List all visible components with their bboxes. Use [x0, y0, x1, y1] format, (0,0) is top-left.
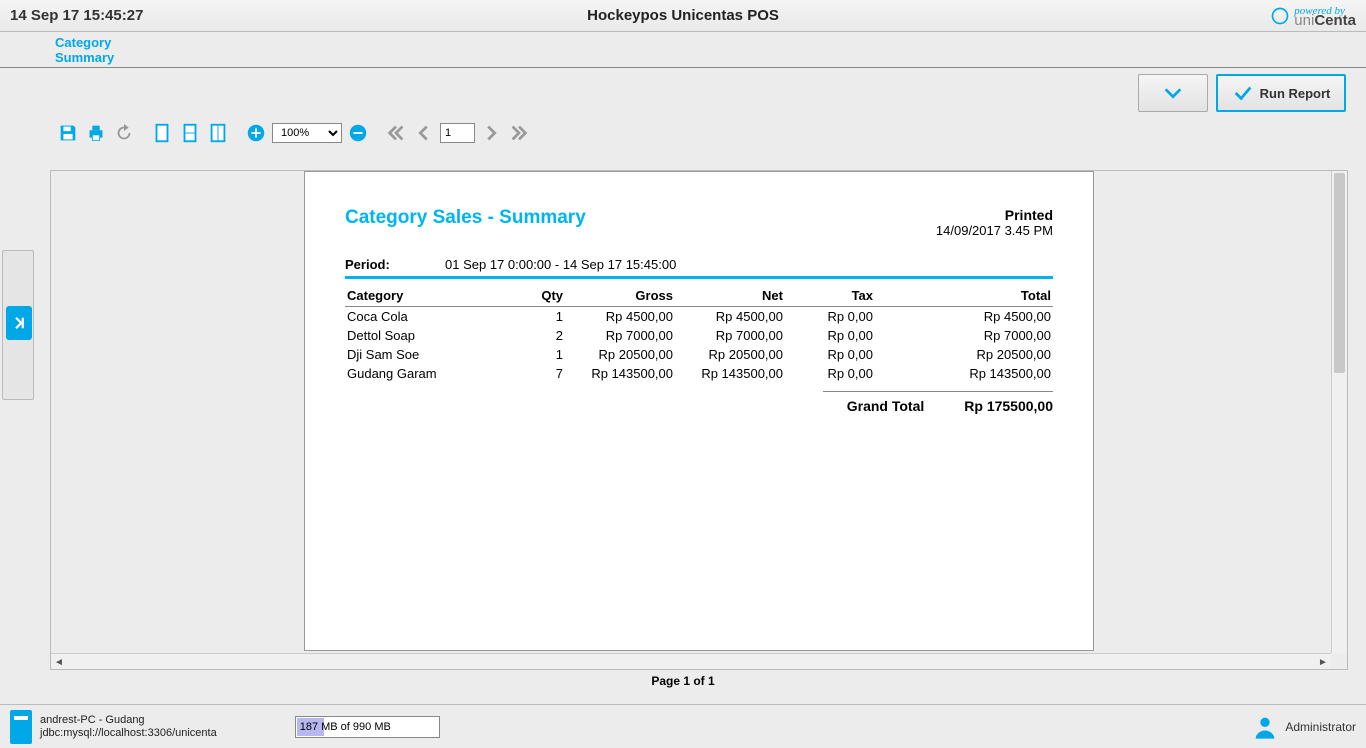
expand-button[interactable]: [1138, 74, 1208, 112]
table-row: Dettol Soap2Rp 7000,00Rp 7000,00Rp 0,00R…: [345, 326, 1053, 345]
host-info: andrest-PC - Gudang jdbc:mysql://localho…: [40, 714, 217, 740]
title-bar: 14 Sep 17 15:45:27 Hockeypos Unicentas P…: [0, 0, 1366, 32]
separator-line: [345, 276, 1053, 279]
zoom-select[interactable]: 100%: [272, 123, 342, 143]
first-page-button[interactable]: [384, 121, 408, 145]
print-button[interactable]: [84, 121, 108, 145]
chevron-down-icon: [1162, 82, 1184, 104]
memory-gauge[interactable]: 187 MB of 990 MB: [295, 716, 440, 738]
period-label: Period:: [345, 257, 445, 272]
printed-label: Printed: [936, 207, 1053, 223]
zoom-in-button[interactable]: [244, 121, 268, 145]
next-page-button[interactable]: [479, 121, 503, 145]
user-icon: [1251, 713, 1279, 741]
save-button[interactable]: [56, 121, 80, 145]
report-toolbar: 100%: [0, 118, 1366, 148]
brand-logo: powered by uniCenta: [1270, 6, 1356, 26]
app-title: Hockeypos Unicentas POS: [587, 7, 779, 24]
col-total: Total: [875, 285, 1053, 307]
user-block[interactable]: Administrator: [1251, 713, 1356, 741]
page-fit-button[interactable]: [178, 121, 202, 145]
scroll-thumb[interactable]: [1334, 173, 1345, 373]
report-table: Category Qty Gross Net Tax Total Coca Co…: [345, 285, 1053, 383]
page-width-icon: [207, 122, 229, 144]
side-panel-handle[interactable]: [6, 306, 32, 340]
horizontal-scrollbar[interactable]: ◄►: [51, 653, 1331, 669]
report-viewport: Category Sales - Summary Printed 14/09/2…: [50, 170, 1348, 670]
memory-text: 187 MB of 990 MB: [300, 721, 391, 733]
period-row: Period: 01 Sep 17 0:00:00 - 14 Sep 17 15…: [345, 257, 1053, 272]
grand-total-label: Grand Total: [847, 398, 925, 414]
printed-block: Printed 14/09/2017 3.45 PM: [936, 207, 1053, 238]
minus-circle-icon: [347, 122, 369, 144]
refresh-button[interactable]: [112, 121, 136, 145]
print-icon: [85, 122, 107, 144]
brand-name: uniCenta: [1294, 16, 1356, 26]
run-report-button[interactable]: Run Report: [1216, 74, 1346, 112]
host-name: andrest-PC - Gudang: [40, 714, 217, 727]
user-name: Administrator: [1285, 720, 1356, 734]
expand-right-icon: [10, 314, 28, 332]
breadcrumb-summary[interactable]: Summary: [55, 50, 1366, 65]
page-actual-button[interactable]: [150, 121, 174, 145]
action-bar: Run Report: [0, 68, 1366, 118]
table-row: Dji Sam Soe1Rp 20500,00Rp 20500,00Rp 0,0…: [345, 345, 1053, 364]
page-width-button[interactable]: [206, 121, 230, 145]
host-icon: [10, 710, 32, 744]
plus-circle-icon: [245, 122, 267, 144]
col-category: Category: [345, 285, 515, 307]
status-bar: andrest-PC - Gudang jdbc:mysql://localho…: [0, 704, 1366, 748]
page-fit-icon: [179, 122, 201, 144]
datetime-label: 14 Sep 17 15:45:27: [10, 7, 143, 24]
chevron-left-icon: [413, 122, 435, 144]
table-row: Coca Cola1Rp 4500,00Rp 4500,00Rp 0,00Rp …: [345, 307, 1053, 327]
chevron-right-icon: [480, 122, 502, 144]
scroll-left-arrow[interactable]: ◄: [51, 654, 67, 670]
col-net: Net: [675, 285, 785, 307]
chevron-double-left-icon: [385, 122, 407, 144]
side-panel-tab[interactable]: [2, 250, 34, 400]
grand-total-value: Rp 175500,00: [964, 398, 1053, 414]
jdbc-url: jdbc:mysql://localhost:3306/unicenta: [40, 727, 217, 740]
breadcrumb: Category Summary: [0, 32, 1366, 68]
grand-total-row: Grand Total Rp 175500,00: [823, 391, 1053, 414]
prev-page-button[interactable]: [412, 121, 436, 145]
scroll-right-arrow[interactable]: ►: [1315, 654, 1331, 670]
save-icon: [57, 122, 79, 144]
check-icon: [1232, 82, 1254, 104]
col-tax: Tax: [785, 285, 875, 307]
col-gross: Gross: [565, 285, 675, 307]
last-page-button[interactable]: [507, 121, 531, 145]
breadcrumb-category[interactable]: Category: [55, 35, 1366, 50]
table-row: Gudang Garam7Rp 143500,00Rp 143500,00Rp …: [345, 364, 1053, 383]
zoom-out-button[interactable]: [346, 121, 370, 145]
page-input[interactable]: [440, 123, 475, 143]
page-icon: [151, 122, 173, 144]
report-page: Category Sales - Summary Printed 14/09/2…: [304, 171, 1094, 651]
printed-timestamp: 14/09/2017 3.45 PM: [936, 223, 1053, 238]
refresh-icon: [113, 122, 135, 144]
chevron-double-right-icon: [508, 122, 530, 144]
period-value: 01 Sep 17 0:00:00 - 14 Sep 17 15:45:00: [445, 257, 676, 272]
brand-circle-icon: [1270, 6, 1290, 26]
col-qty: Qty: [515, 285, 565, 307]
vertical-scrollbar[interactable]: [1331, 171, 1347, 653]
run-report-label: Run Report: [1260, 86, 1331, 101]
page-indicator: Page 1 of 1: [0, 674, 1366, 692]
